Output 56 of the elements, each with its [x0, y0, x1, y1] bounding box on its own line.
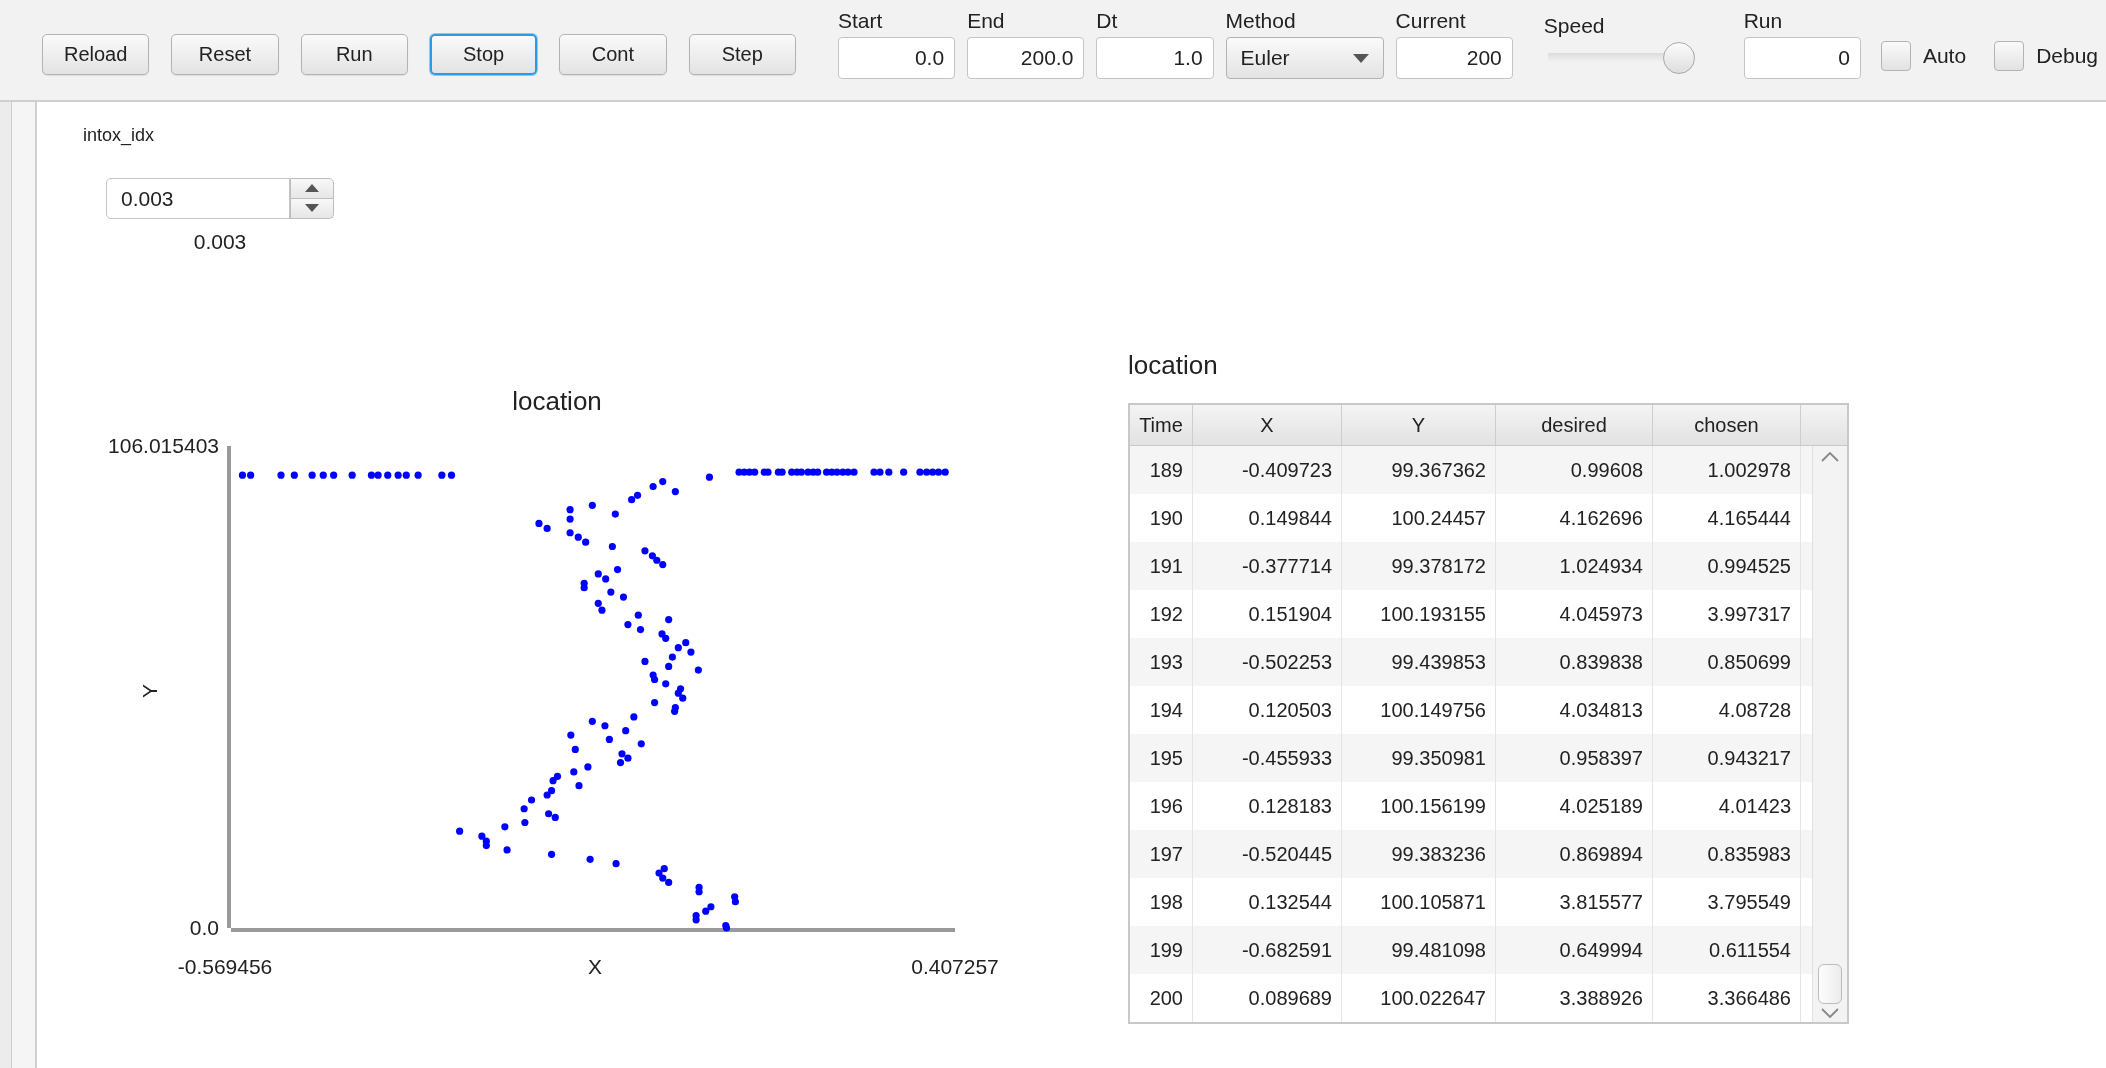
y-tick-label: 0.0 [189, 916, 219, 939]
field-label: Run [1743, 9, 1784, 33]
field-label: Start [837, 9, 884, 33]
field-label: Method [1225, 9, 1297, 33]
chart-title: location [512, 386, 602, 416]
field-label: Current [1395, 9, 1467, 33]
scroll-thumb[interactable] [1818, 964, 1842, 1004]
x-axis-label: X [588, 955, 602, 978]
text-field[interactable]: 200 [1395, 37, 1513, 79]
splitter-bar[interactable] [0, 102, 37, 1068]
table-cell: 0.089689 [1193, 974, 1342, 1022]
checkbox-label: Auto [1922, 44, 1967, 68]
decrement-button[interactable] [290, 198, 334, 219]
header-filler [1801, 405, 1847, 445]
parameter-value: 0.003 [192, 229, 248, 255]
x-tick-label: -0.569456 [177, 955, 273, 978]
table-cell: 3.388926 [1496, 974, 1653, 1022]
y-tick-label: 106.015403 [108, 434, 219, 457]
column-header[interactable]: Time [1130, 405, 1193, 445]
caret-down-icon [305, 204, 319, 213]
parameter-label: intox_idx [83, 124, 155, 146]
method-dropdown[interactable]: Euler [1225, 37, 1384, 79]
slider-thumb[interactable] [1662, 42, 1695, 74]
toolbar-button[interactable]: Stop [429, 34, 538, 75]
table-cell: 200 [1130, 974, 1193, 1022]
column-header[interactable]: X [1193, 405, 1342, 445]
table-title: location [1128, 349, 1218, 381]
checkbox[interactable] [1880, 41, 1911, 71]
text-field[interactable]: 200.0 [967, 37, 1085, 79]
checkbox-label: Debug [2036, 44, 2098, 68]
column-header[interactable]: Y [1342, 405, 1496, 445]
checkbox[interactable] [1994, 41, 2025, 71]
scrollbar[interactable] [1812, 446, 1847, 1022]
toolbar-button[interactable]: Reload [42, 34, 150, 75]
toolbar-button[interactable]: Cont [559, 34, 667, 75]
y-axis-label: Y [138, 684, 161, 698]
scroll-up-icon[interactable] [1821, 452, 1839, 462]
table-cell: 3.366486 [1653, 974, 1801, 1022]
x-tick-label: 0.407257 [911, 955, 999, 978]
table-cell: 100.022647 [1342, 974, 1496, 1022]
toolbar-button[interactable]: Reset [171, 34, 279, 75]
number-field[interactable]: 0.003 [106, 178, 290, 219]
caret-up-icon [305, 184, 319, 193]
text-field[interactable]: 0 [1743, 37, 1861, 79]
field-label: Speed [1543, 14, 1606, 38]
text-field[interactable]: 1.0 [1096, 37, 1214, 79]
field-label: End [967, 9, 1006, 33]
toolbar-button[interactable]: Step [688, 34, 796, 75]
text-field[interactable]: 0.0 [837, 37, 956, 79]
column-header[interactable]: chosen [1653, 405, 1801, 445]
column-header[interactable]: desired [1496, 405, 1653, 445]
toolbar-button[interactable]: Run [300, 34, 408, 75]
scroll-down-icon[interactable] [1821, 1008, 1839, 1018]
increment-button[interactable] [290, 178, 334, 199]
caret-down-icon [1352, 53, 1369, 63]
field-label: Dt [1096, 9, 1119, 33]
